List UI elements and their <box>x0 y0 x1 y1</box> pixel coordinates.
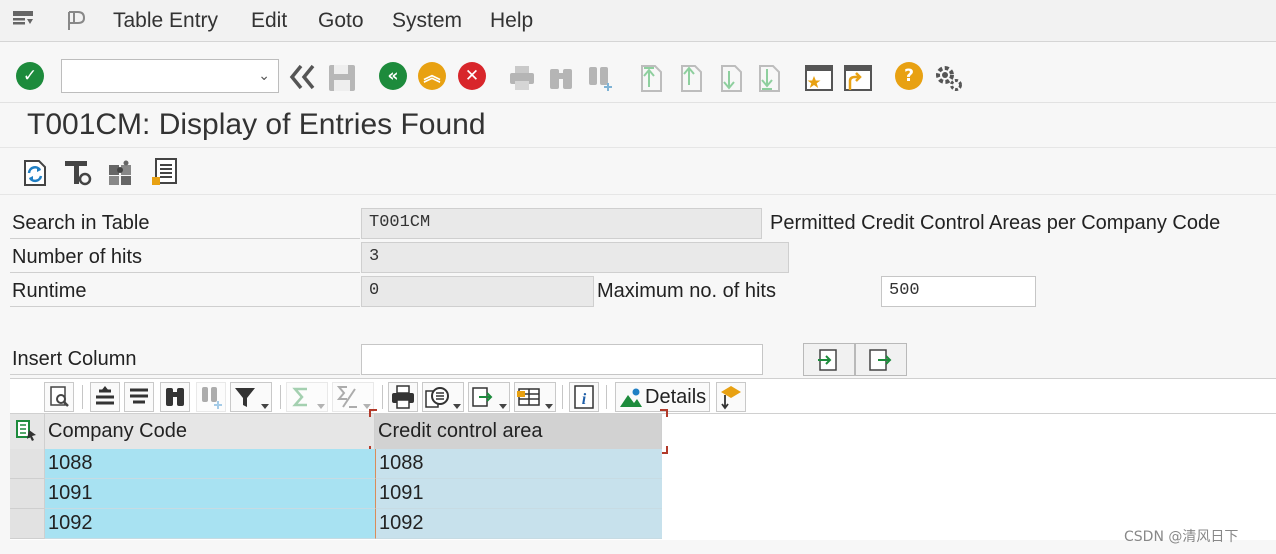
first-page-icon[interactable] <box>636 63 666 93</box>
dropdown-arrow <box>317 404 325 409</box>
export-icon[interactable] <box>468 382 510 412</box>
watermark: CSDN @清风日下 <box>1124 529 1239 545</box>
table-cell[interactable]: 1092 <box>45 509 375 539</box>
filter-icon[interactable] <box>230 382 272 412</box>
command-field[interactable]: ⌄ <box>61 59 279 93</box>
separator <box>382 385 383 409</box>
save-icon[interactable] <box>327 63 357 93</box>
page-title: T001CM: Display of Entries Found <box>27 108 486 141</box>
layout-icon[interactable] <box>514 382 556 412</box>
menu-goto[interactable]: Goto <box>318 9 364 33</box>
column-selection-marker <box>369 409 668 454</box>
label-underline <box>10 272 360 273</box>
sort-ascending-icon[interactable] <box>90 382 120 412</box>
settings-icon[interactable] <box>932 62 962 92</box>
results-grid: Company Code Credit control area 1088 10… <box>10 409 1276 540</box>
find-next-icon[interactable] <box>196 382 226 412</box>
separator <box>280 385 281 409</box>
title-area: T001CM: Display of Entries Found <box>0 104 1276 148</box>
find-icon[interactable] <box>160 382 190 412</box>
puzzle-icon[interactable] <box>106 157 136 187</box>
menu-table-entry[interactable]: Table Entry <box>113 9 218 33</box>
print-icon[interactable] <box>388 382 418 412</box>
runtime-field: 0 <box>361 276 594 307</box>
back-icon[interactable]: « <box>379 62 409 92</box>
previous-page-icon[interactable] <box>676 63 706 93</box>
cancel-icon[interactable]: ✕ <box>458 62 488 92</box>
label-underline <box>10 306 360 307</box>
print-icon[interactable] <box>507 63 537 93</box>
help-icon[interactable]: ? <box>895 62 925 92</box>
details-icon <box>620 388 642 407</box>
table-description: Permitted Credit Control Areas per Compa… <box>770 212 1221 234</box>
menu-edit[interactable]: Edit <box>251 9 287 33</box>
dropdown-arrow <box>261 404 269 409</box>
column-header-company-code[interactable]: Company Code <box>45 414 375 449</box>
insert-column-icon <box>818 349 837 371</box>
menu-help[interactable]: Help <box>490 9 533 33</box>
subtotal-expand-icon[interactable] <box>716 382 746 412</box>
sort-descending-icon[interactable] <box>124 382 154 412</box>
label-underline <box>10 238 360 239</box>
label-underline <box>10 374 360 375</box>
table-cell[interactable]: 1088 <box>375 449 662 479</box>
application-toolbar <box>0 149 1276 195</box>
separator <box>82 385 83 409</box>
create-session-icon[interactable] <box>804 63 834 93</box>
number-of-hits-field: 3 <box>361 242 789 273</box>
remove-column-icon <box>869 349 892 371</box>
svg-text:i: i <box>582 391 587 408</box>
row-selector[interactable] <box>10 509 45 539</box>
standard-toolbar: ✓ ⌄ « ︽ ✕ ? <box>0 43 1276 103</box>
list-icon[interactable] <box>150 157 180 187</box>
separator <box>562 385 563 409</box>
insert-column-label: Insert Column <box>12 348 137 370</box>
insert-column-input[interactable] <box>361 344 763 375</box>
find-icon[interactable] <box>546 63 576 93</box>
row-selector[interactable] <box>10 479 45 509</box>
views-icon[interactable] <box>422 382 464 412</box>
menu-bar: Table Entry Edit Goto System Help <box>0 0 1276 42</box>
shortcut-icon[interactable] <box>843 63 873 93</box>
search-table-field: T001CM <box>361 208 762 239</box>
details-button[interactable]: Details <box>615 382 710 412</box>
header-filler <box>662 414 1276 449</box>
refresh-icon[interactable] <box>21 157 51 187</box>
table-cell[interactable]: 1091 <box>375 479 662 509</box>
chevron-down-icon[interactable]: ⌄ <box>258 68 270 84</box>
table-cell[interactable]: 1092 <box>375 509 662 539</box>
row-selector[interactable] <box>10 449 45 479</box>
remove-column-button[interactable] <box>855 343 907 376</box>
separator <box>606 385 607 409</box>
insert-column-button[interactable] <box>803 343 855 376</box>
table-cell[interactable]: 1088 <box>45 449 375 479</box>
details-label: Details <box>645 386 707 408</box>
exit-icon[interactable]: ︽ <box>418 62 448 92</box>
menu-toggle-icon[interactable] <box>12 10 34 33</box>
table-cell[interactable]: 1091 <box>45 479 375 509</box>
max-hits-label: Maximum no. of hits <box>597 280 776 302</box>
select-all-icon[interactable] <box>10 414 45 449</box>
double-back-icon[interactable] <box>288 63 318 93</box>
check-icon[interactable]: ✓ <box>16 62 46 92</box>
number-of-hits-label: Number of hits <box>12 246 143 268</box>
next-page-icon[interactable] <box>716 63 746 93</box>
table-settings-icon[interactable] <box>63 157 93 187</box>
selection-form: Search in Table T001CM Permitted Credit … <box>0 196 1276 378</box>
find-next-icon[interactable] <box>586 63 616 93</box>
details-view-icon[interactable] <box>44 382 74 412</box>
subtotal-icon[interactable] <box>332 382 374 412</box>
info-icon[interactable]: i <box>569 382 599 412</box>
transaction-icon[interactable] <box>66 10 88 37</box>
menu-system[interactable]: System <box>392 9 462 33</box>
last-page-icon[interactable] <box>754 63 784 93</box>
max-hits-input[interactable]: 500 <box>881 276 1036 307</box>
search-table-label: Search in Table <box>12 212 150 234</box>
sum-icon[interactable] <box>286 382 328 412</box>
runtime-label: Runtime <box>12 280 87 302</box>
